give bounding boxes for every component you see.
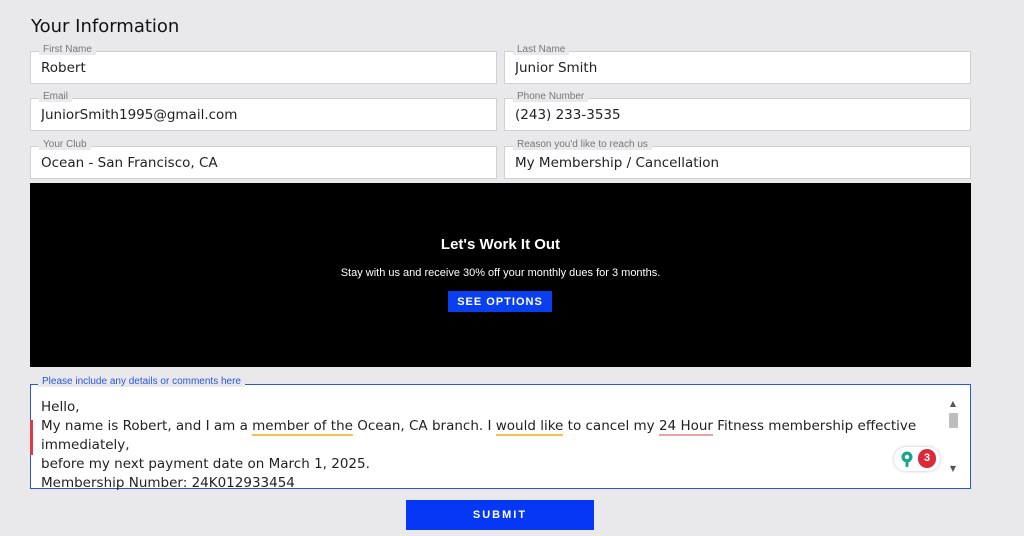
grammar-suggestion[interactable]: would like: [495, 418, 564, 436]
scroll-thumb[interactable]: [949, 413, 958, 428]
error-indicator: [30, 420, 33, 455]
phone-input[interactable]: [505, 99, 970, 130]
comment-line: Membership Number: 24K012933454: [41, 475, 295, 491]
comments-text[interactable]: Hello, My name is Robert, and I am a mem…: [41, 398, 936, 493]
phone-field[interactable]: Phone Number: [504, 91, 971, 131]
last-name-input[interactable]: [505, 52, 970, 83]
comment-line: Hello,: [41, 399, 80, 415]
scrollbar[interactable]: ▲ ▼: [946, 399, 960, 474]
first-name-field[interactable]: First Name: [30, 44, 497, 84]
scroll-down-arrow-icon[interactable]: ▼: [946, 464, 960, 474]
submit-button[interactable]: SUBMIT: [406, 500, 594, 530]
offer-title: Let's Work It Out: [440, 236, 561, 253]
email-field[interactable]: Email: [30, 91, 497, 131]
retention-offer-banner: Let's Work It Out Stay with us and recei…: [30, 183, 971, 367]
scroll-up-arrow-icon[interactable]: ▲: [946, 399, 960, 409]
see-options-button[interactable]: SEE OPTIONS: [448, 291, 552, 312]
club-input[interactable]: [31, 147, 496, 178]
reason-field[interactable]: Reason you'd like to reach us: [504, 139, 971, 179]
section-title: Your Information: [31, 16, 180, 37]
comment-line: My name is Robert, and I am a member of …: [41, 418, 917, 453]
last-name-field[interactable]: Last Name: [504, 44, 971, 84]
grammar-checker-widget[interactable]: 3: [894, 447, 940, 471]
reason-input[interactable]: [505, 147, 970, 178]
comments-label: Please include any details or comments h…: [38, 376, 245, 387]
issue-count-badge: 3: [918, 449, 936, 468]
first-name-input[interactable]: [31, 52, 496, 83]
club-field[interactable]: Your Club: [30, 139, 497, 179]
lightbulb-icon: [901, 451, 913, 467]
comment-line: before my next payment date on March 1, …: [41, 456, 370, 472]
email-input[interactable]: [31, 99, 496, 130]
comments-textarea[interactable]: Please include any details or comments h…: [30, 376, 971, 491]
spelling-suggestion[interactable]: 24 Hour: [658, 418, 713, 436]
grammar-suggestion[interactable]: member of the: [252, 418, 353, 436]
offer-subtitle: Stay with us and receive 30% off your mo…: [340, 267, 661, 279]
